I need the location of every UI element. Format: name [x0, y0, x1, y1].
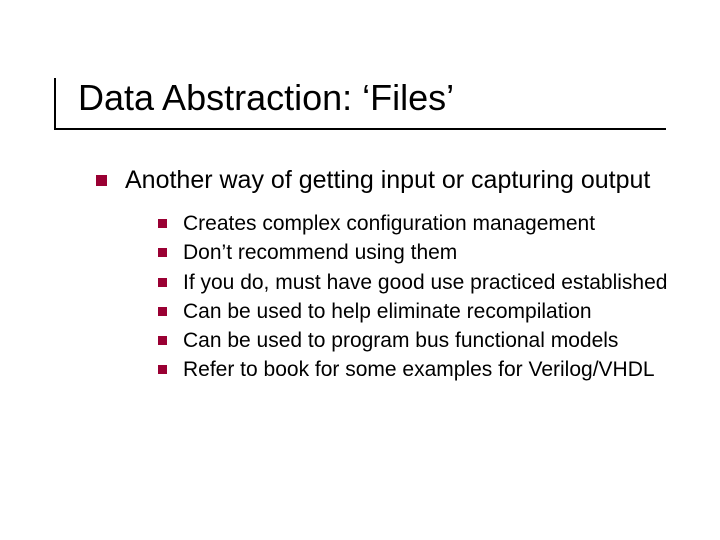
bullet-level2: Creates complex configuration management — [158, 210, 670, 237]
slide: Data Abstraction: ‘Files’ Another way of… — [0, 0, 720, 540]
bullet-level2-group: Creates complex configuration management… — [158, 210, 670, 384]
title-wrap: Data Abstraction: ‘Files’ — [78, 78, 680, 118]
bullet-level2-text: Can be used to program bus functional mo… — [183, 327, 618, 354]
square-bullet-icon — [158, 307, 167, 316]
bullet-level2: Can be used to help eliminate recompilat… — [158, 298, 670, 325]
square-bullet-icon — [158, 336, 167, 345]
bullet-level2: Can be used to program bus functional mo… — [158, 327, 670, 354]
square-bullet-icon — [158, 365, 167, 374]
square-bullet-icon — [158, 248, 167, 257]
square-bullet-icon — [158, 278, 167, 287]
bullet-level2-text: Can be used to help eliminate recompilat… — [183, 298, 592, 325]
title-vertical-rule — [54, 78, 56, 130]
slide-title: Data Abstraction: ‘Files’ — [78, 78, 680, 118]
bullet-level1: Another way of getting input or capturin… — [96, 164, 670, 196]
bullet-level2-text: Don’t recommend using them — [183, 239, 457, 266]
bullet-level2-text: If you do, must have good use practiced … — [183, 269, 667, 296]
title-horizontal-rule — [54, 128, 666, 130]
bullet-level2-text: Creates complex configuration management — [183, 210, 595, 237]
bullet-level2: If you do, must have good use practiced … — [158, 269, 670, 296]
bullet-level2: Don’t recommend using them — [158, 239, 670, 266]
bullet-level2: Refer to book for some examples for Veri… — [158, 356, 670, 383]
bullet-level2-text: Refer to book for some examples for Veri… — [183, 356, 655, 383]
square-bullet-icon — [96, 175, 107, 186]
square-bullet-icon — [158, 219, 167, 228]
slide-body: Another way of getting input or capturin… — [96, 164, 670, 386]
bullet-level1-text: Another way of getting input or capturin… — [125, 164, 650, 196]
